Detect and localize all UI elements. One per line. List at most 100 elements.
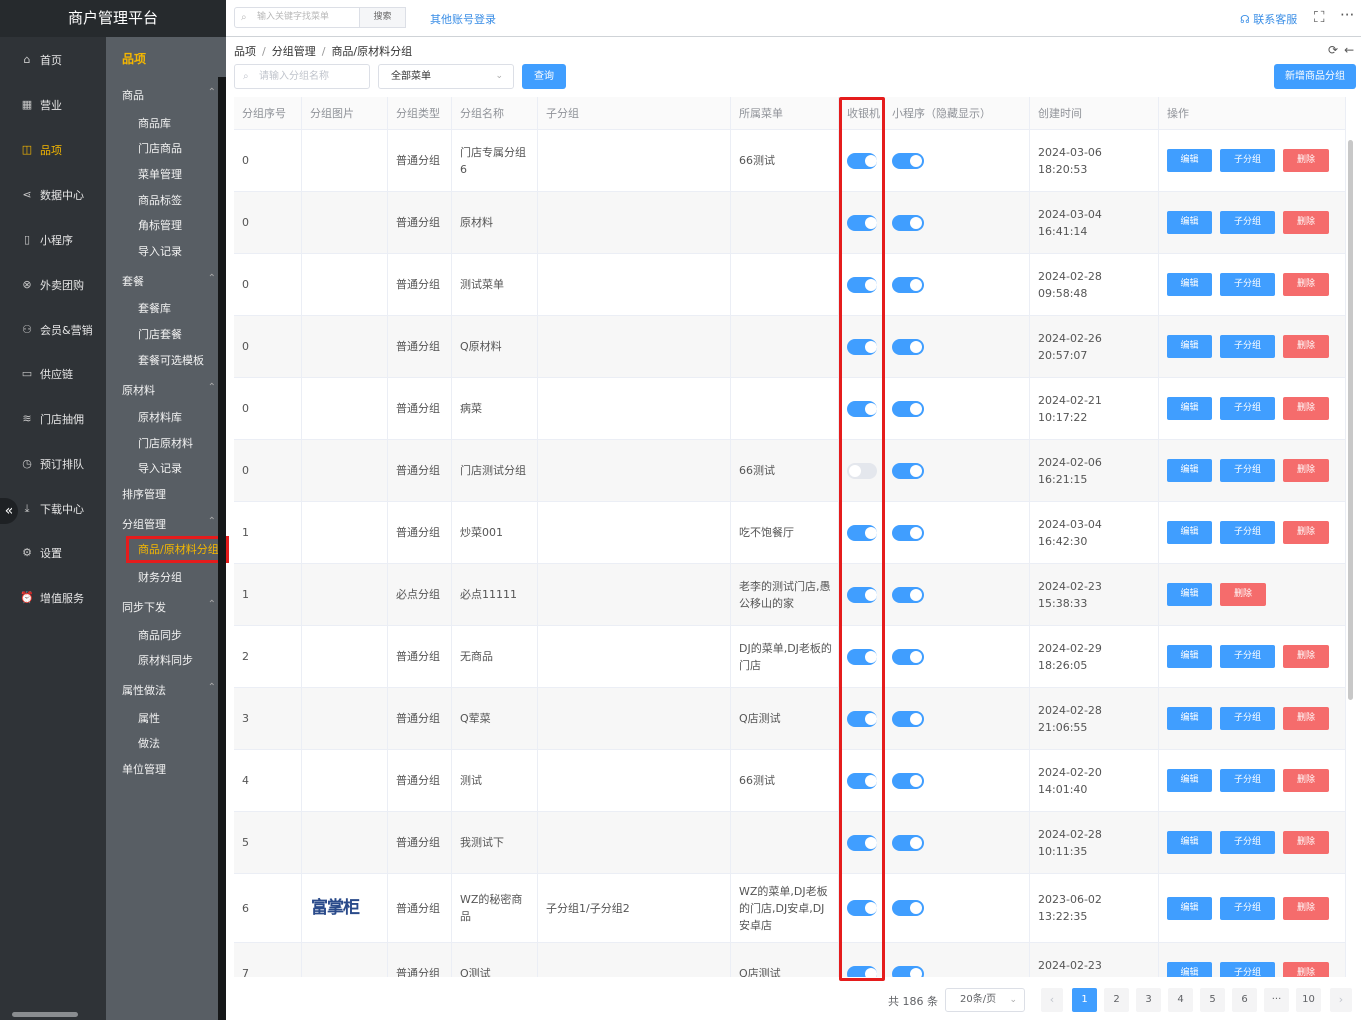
edit-button[interactable]: 编辑: [1167, 769, 1212, 792]
miniprogram-visible-toggle[interactable]: [892, 462, 924, 479]
subgroup-button[interactable]: 子分组: [1220, 707, 1275, 730]
subgroup-button[interactable]: 子分组: [1220, 335, 1275, 358]
submenu-group-sort[interactable]: 排序管理: [122, 486, 216, 502]
prev-page-icon[interactable]: ‹: [1041, 988, 1063, 1012]
subgroup-button[interactable]: 子分组: [1220, 459, 1275, 482]
edit-button[interactable]: 编辑: [1167, 335, 1212, 358]
group-name-search-input[interactable]: ⌕ 请输入分组名称: [234, 64, 370, 89]
submenu-group-attr[interactable]: 属性做法 ⌃: [122, 682, 216, 698]
subgroup-button[interactable]: 子分组: [1220, 645, 1275, 668]
menu-select[interactable]: 全部菜单 ⌄: [378, 64, 514, 89]
submenu-item-goods-material-group[interactable]: 商品/原材料分组: [126, 536, 229, 563]
subgroup-button[interactable]: 子分组: [1220, 397, 1275, 420]
submenu-item-method[interactable]: 做法: [138, 735, 160, 751]
subgroup-button[interactable]: 子分组: [1220, 831, 1275, 854]
page-button[interactable]: 6: [1232, 988, 1257, 1012]
query-button[interactable]: 查询: [522, 64, 566, 89]
subgroup-button[interactable]: 子分组: [1220, 521, 1275, 544]
page-button[interactable]: 3: [1136, 988, 1161, 1012]
delete-button[interactable]: 删除: [1283, 645, 1329, 668]
miniprogram-visible-toggle[interactable]: [892, 772, 924, 789]
nav-item-10[interactable]: ◷ 预订排队: [0, 449, 106, 479]
edit-button[interactable]: 编辑: [1167, 707, 1212, 730]
fullscreen-icon[interactable]: ⛶: [1314, 8, 1325, 26]
other-account-login-link[interactable]: 其他账号登录: [430, 11, 496, 27]
page-button[interactable]: 5: [1200, 988, 1225, 1012]
subgroup-button[interactable]: 子分组: [1220, 211, 1275, 234]
page-size-select[interactable]: 20条/页 ⌄: [945, 988, 1025, 1012]
subgroup-button[interactable]: 子分组: [1220, 896, 1275, 920]
back-arrow-icon[interactable]: ←: [1344, 43, 1354, 57]
subgroup-button[interactable]: 子分组: [1220, 962, 1275, 977]
nav-item-12[interactable]: ⚙ 设置: [0, 538, 106, 568]
nav-item-6[interactable]: ⊗ 外卖团购: [0, 270, 106, 300]
delete-button[interactable]: 删除: [1283, 211, 1329, 234]
submenu-item-store-goods[interactable]: 门店商品: [138, 140, 182, 156]
nav-item-4[interactable]: ⋖ 数据中心: [0, 180, 106, 210]
delete-button[interactable]: 删除: [1283, 459, 1329, 482]
contact-support-link[interactable]: ☊ 联系客服: [1240, 11, 1297, 27]
delete-button[interactable]: 删除: [1283, 962, 1329, 977]
edit-button[interactable]: 编辑: [1167, 645, 1212, 668]
submenu-item-material-lib[interactable]: 原材料库: [138, 409, 182, 425]
edit-button[interactable]: 编辑: [1167, 962, 1212, 977]
miniprogram-visible-toggle[interactable]: [892, 834, 924, 851]
nav-item-8[interactable]: ▭ 供应链: [0, 359, 106, 389]
delete-button[interactable]: 删除: [1283, 273, 1329, 296]
submenu-item-import-log-2[interactable]: 导入记录: [138, 460, 182, 476]
delete-button[interactable]: 删除: [1283, 896, 1329, 920]
submenu-group-goods[interactable]: 商品 ⌃: [122, 87, 216, 103]
refresh-icon[interactable]: ⟳: [1328, 43, 1338, 57]
nav-item-5[interactable]: ▯ 小程序: [0, 225, 106, 255]
submenu-group-unit[interactable]: 单位管理: [122, 761, 216, 777]
next-page-icon[interactable]: ›: [1330, 988, 1352, 1012]
submenu-item-store-combo[interactable]: 门店套餐: [138, 326, 182, 342]
miniprogram-visible-toggle[interactable]: [892, 648, 924, 665]
edit-button[interactable]: 编辑: [1167, 831, 1212, 854]
nav-item-3[interactable]: ◫ 品项: [0, 135, 106, 165]
submenu-group-combo[interactable]: 套餐 ⌃: [122, 273, 216, 289]
submenu-group-sync[interactable]: 同步下发 ⌃: [122, 599, 216, 615]
menu-search-button[interactable]: 搜索: [360, 7, 406, 28]
horizontal-scrollbar[interactable]: [12, 1012, 78, 1017]
submenu-item-menu-mgmt[interactable]: 菜单管理: [138, 166, 182, 182]
subgroup-button[interactable]: 子分组: [1220, 149, 1275, 172]
delete-button[interactable]: 删除: [1283, 707, 1329, 730]
page-button[interactable]: 10: [1296, 988, 1321, 1012]
submenu-item-goods-tags[interactable]: 商品标签: [138, 192, 182, 208]
subgroup-button[interactable]: 子分组: [1220, 769, 1275, 792]
miniprogram-visible-toggle[interactable]: [892, 965, 924, 977]
miniprogram-visible-toggle[interactable]: [892, 400, 924, 417]
miniprogram-visible-toggle[interactable]: [892, 276, 924, 293]
miniprogram-visible-toggle[interactable]: [892, 338, 924, 355]
page-button[interactable]: 1: [1072, 988, 1097, 1012]
miniprogram-visible-toggle[interactable]: [892, 524, 924, 541]
submenu-item-material-sync[interactable]: 原材料同步: [138, 652, 193, 668]
edit-button[interactable]: 编辑: [1167, 459, 1212, 482]
nav-item-7[interactable]: ⚇ 会员&营销: [0, 315, 106, 345]
breadcrumb-item[interactable]: 分组管理: [272, 45, 316, 58]
submenu-item-combo-tpl[interactable]: 套餐可选模板: [138, 352, 204, 368]
submenu-item-corner-mgmt[interactable]: 角标管理: [138, 217, 182, 233]
submenu-item-combo-lib[interactable]: 套餐库: [138, 300, 171, 316]
edit-button[interactable]: 编辑: [1167, 397, 1212, 420]
delete-button[interactable]: 删除: [1283, 831, 1329, 854]
edit-button[interactable]: 编辑: [1167, 211, 1212, 234]
submenu-item-goods-lib[interactable]: 商品库: [138, 115, 171, 131]
edit-button[interactable]: 编辑: [1167, 583, 1212, 606]
page-button[interactable]: 4: [1168, 988, 1193, 1012]
submenu-item-import-log[interactable]: 导入记录: [138, 243, 182, 259]
delete-button[interactable]: 删除: [1283, 397, 1329, 420]
submenu-item-store-material[interactable]: 门店原材料: [138, 435, 193, 451]
delete-button[interactable]: 删除: [1283, 149, 1329, 172]
edit-button[interactable]: 编辑: [1167, 149, 1212, 172]
add-goods-group-button[interactable]: 新增商品分组: [1274, 64, 1356, 89]
menu-search-input[interactable]: ⌕ 输入关键字找菜单: [234, 7, 360, 28]
edit-button[interactable]: 编辑: [1167, 896, 1212, 920]
nav-item-2[interactable]: ▦ 营业: [0, 90, 106, 120]
more-icon[interactable]: ···: [1340, 6, 1354, 24]
page-button[interactable]: ···: [1264, 988, 1289, 1012]
edit-button[interactable]: 编辑: [1167, 273, 1212, 296]
miniprogram-visible-toggle[interactable]: [892, 710, 924, 727]
table-scrollbar[interactable]: [1348, 140, 1353, 700]
